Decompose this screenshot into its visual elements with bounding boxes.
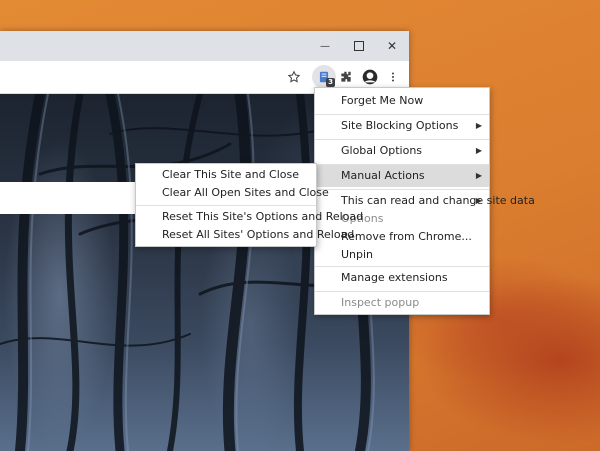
menu-item-label: This can read and change site data: [341, 194, 535, 207]
extensions-menu-button[interactable]: [334, 65, 358, 89]
avatar: [362, 69, 378, 85]
menu-item-label: Remove from Chrome...: [341, 230, 472, 243]
title-bar[interactable]: — ✕: [0, 31, 409, 61]
menu-item-manage-extensions[interactable]: Manage extensions: [315, 267, 489, 289]
chrome-menu-button[interactable]: [381, 65, 405, 89]
menu-item-forget-me-now[interactable]: Forget Me Now: [315, 90, 489, 112]
submenu-item-reset-all-sites[interactable]: Reset All Sites' Options and Reload: [136, 226, 354, 244]
profile-button[interactable]: [358, 65, 382, 89]
maximize-icon: [354, 41, 364, 51]
menu-separator: [136, 205, 316, 206]
puzzle-icon: [341, 71, 351, 82]
menu-item-label: Manage extensions: [341, 271, 448, 284]
submenu-item-label: Reset This Site's Options and Reload: [162, 210, 364, 223]
extension-context-menu: Forget Me Now Site Blocking Options ▶ Gl…: [314, 87, 535, 315]
forget-me-now-extension-button[interactable]: 3: [312, 65, 336, 89]
menu-item-label: Manual Actions: [341, 169, 425, 182]
star-icon: [287, 70, 301, 83]
minimize-button[interactable]: —: [308, 31, 342, 61]
menu-item-label: Unpin: [341, 248, 374, 261]
submenu-arrow-icon: ▶: [475, 171, 482, 180]
menu-item-label: Global Options: [341, 144, 423, 157]
manual-actions-submenu: Clear This Site and Close Clear All Open…: [135, 163, 363, 247]
menu-item-label: Forget Me Now: [341, 94, 424, 107]
submenu-arrow-icon: ▶: [475, 146, 482, 155]
menu-item-manual-actions[interactable]: Manual Actions ▶: [315, 165, 489, 187]
submenu-item-label: Clear All Open Sites and Close: [162, 186, 329, 199]
submenu-item-label: Reset All Sites' Options and Reload: [162, 228, 355, 241]
close-button[interactable]: ✕: [375, 31, 409, 61]
more-icon: [391, 72, 395, 82]
menu-item-site-blocking-options[interactable]: Site Blocking Options ▶: [315, 115, 489, 137]
submenu-item-label: Clear This Site and Close: [162, 168, 300, 181]
close-icon: ✕: [386, 39, 398, 53]
menu-item-unpin[interactable]: Unpin: [315, 244, 489, 266]
menu-item-global-options[interactable]: Global Options ▶: [315, 140, 489, 162]
submenu-arrow-icon: ▶: [475, 121, 482, 130]
menu-item-label: Inspect popup: [341, 296, 420, 309]
maximize-button[interactable]: [342, 31, 376, 61]
page-banner: [0, 182, 140, 214]
bookmark-star-button[interactable]: [282, 65, 306, 89]
submenu-item-reset-this-site[interactable]: Reset This Site's Options and Reload: [136, 208, 363, 226]
menu-item-label: Site Blocking Options: [341, 119, 459, 132]
menu-item-inspect-popup: Inspect popup: [315, 292, 489, 314]
submenu-item-clear-all-sites[interactable]: Clear All Open Sites and Close: [136, 184, 329, 202]
submenu-item-clear-this-site[interactable]: Clear This Site and Close: [136, 166, 316, 184]
minimize-icon: —: [320, 40, 330, 52]
